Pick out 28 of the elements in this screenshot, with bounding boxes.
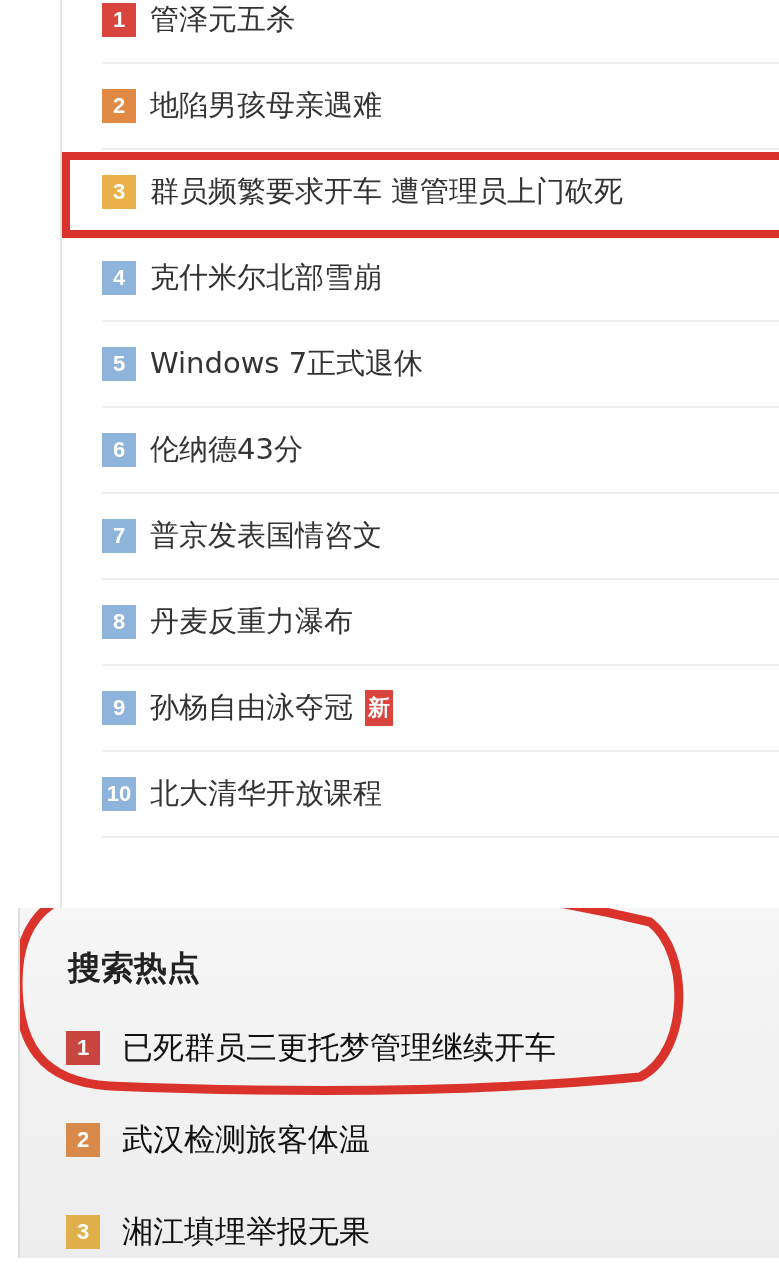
- rank-badge: 10: [102, 777, 136, 811]
- rank-badge: 8: [102, 605, 136, 639]
- rank-badge: 2: [66, 1123, 100, 1157]
- headline-link[interactable]: 已死群员三更托梦管理继续开车: [122, 1027, 556, 1069]
- section-title: 搜索热点: [68, 947, 201, 989]
- rank-badge: 2: [102, 89, 136, 123]
- rank-badge: 3: [102, 175, 136, 209]
- rank-badge: 5: [102, 347, 136, 381]
- rank-badge: 3: [66, 1215, 100, 1249]
- rank-badge: 6: [102, 433, 136, 467]
- new-badge: 新: [365, 690, 393, 726]
- headline-link[interactable]: 伦纳德43分: [150, 430, 303, 470]
- headline-link[interactable]: Windows 7正式退休: [150, 344, 424, 384]
- headline-link[interactable]: 管泽元五杀: [150, 0, 295, 40]
- headline-link[interactable]: 武汉检测旅客体温: [122, 1119, 370, 1161]
- rank-badge: 1: [102, 3, 136, 37]
- headline-link[interactable]: 群员频繁要求开车 遭管理员上门砍死: [150, 172, 624, 212]
- headline-link[interactable]: 孙杨自由泳夺冠: [150, 688, 353, 728]
- headline-link[interactable]: 地陷男孩母亲遇难: [150, 86, 382, 126]
- headline-link[interactable]: 丹麦反重力瀑布: [150, 602, 353, 642]
- headline-link[interactable]: 北大清华开放课程: [150, 774, 382, 814]
- rank-badge: 7: [102, 519, 136, 553]
- headline-link[interactable]: 普京发表国情咨文: [150, 516, 382, 556]
- rank-badge: 1: [66, 1031, 100, 1065]
- rank-badge: 4: [102, 261, 136, 295]
- headline-link[interactable]: 湘江填埋举报无果: [122, 1211, 370, 1253]
- headline-link[interactable]: 克什米尔北部雪崩: [150, 258, 382, 298]
- rank-badge: 9: [102, 691, 136, 725]
